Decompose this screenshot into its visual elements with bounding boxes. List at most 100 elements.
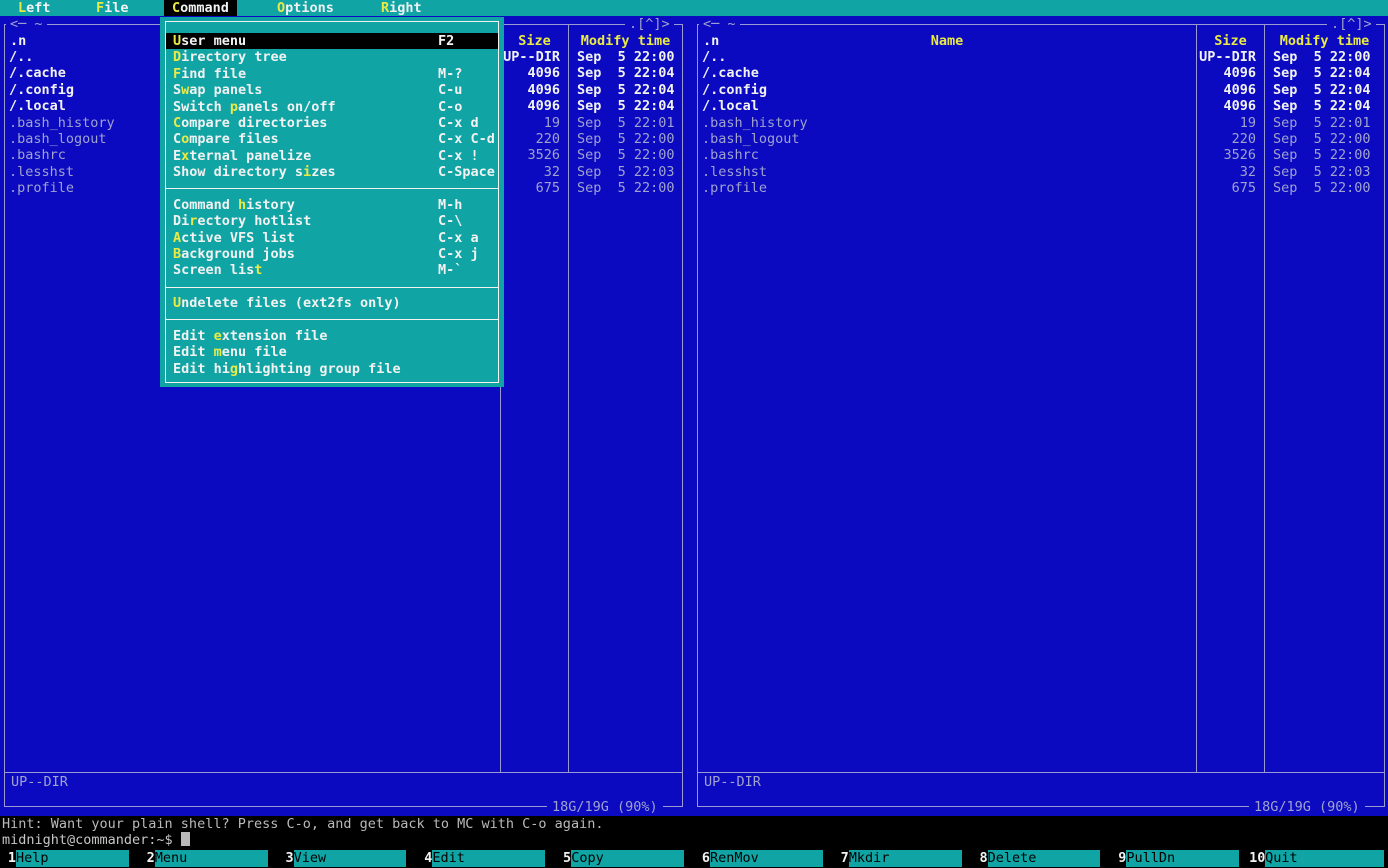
- file-row[interactable]: .profile675Sep 5 22:00: [698, 180, 1384, 196]
- fkey-label[interactable]: Quit: [1265, 850, 1384, 867]
- file-name: /..: [698, 49, 1196, 65]
- menu-item-compare-files[interactable]: Compare filesC-x C-d: [166, 131, 498, 147]
- column-header-modify-time[interactable]: Modify time: [1265, 33, 1384, 49]
- menu-item-external-panelize[interactable]: External panelizeC-x !: [166, 148, 498, 164]
- menu-item-shortcut: M-`: [438, 262, 462, 278]
- fkey-number: 1: [0, 850, 16, 867]
- file-name: .bash_history: [698, 115, 1196, 131]
- fkey-2-menu[interactable]: 2Menu: [139, 850, 278, 867]
- file-size: 4096: [500, 65, 568, 81]
- menu-item-swap-panels[interactable]: Swap panelsC-u: [166, 82, 498, 98]
- fkey-label[interactable]: Help: [16, 850, 129, 867]
- menu-item-directory-tree[interactable]: Directory tree: [166, 49, 498, 65]
- fkey-10-quit[interactable]: 10Quit: [1249, 850, 1388, 867]
- menubar-item-command[interactable]: Command: [164, 0, 237, 16]
- fkey-label[interactable]: Delete: [988, 850, 1101, 867]
- file-size: UP--DIR: [1196, 49, 1264, 65]
- file-name: .bash_logout: [698, 131, 1196, 147]
- file-row[interactable]: /.local4096Sep 5 22:04: [698, 98, 1384, 114]
- file-size: 3526: [1196, 147, 1264, 163]
- column-header-modify-time[interactable]: Modify time: [569, 33, 682, 49]
- file-modify-time: Sep 5 22:04: [569, 98, 675, 114]
- column-header-size[interactable]: Size: [501, 33, 568, 49]
- free-space-indicator: 18G/19G (90%): [1249, 800, 1365, 815]
- menubar-item-right[interactable]: Right: [373, 0, 430, 16]
- file-modify-time: Sep 5 22:04: [569, 65, 675, 81]
- menu-item-edit-extension-file[interactable]: Edit extension file: [166, 328, 498, 344]
- menu-item-background-jobs[interactable]: Background jobsC-x j: [166, 246, 498, 262]
- fkey-7-mkdir[interactable]: 7Mkdir: [833, 850, 972, 867]
- menubar-item-options[interactable]: Options: [269, 0, 342, 16]
- menubar-item-left[interactable]: Left: [10, 0, 59, 16]
- fkey-number: 3: [278, 850, 294, 867]
- file-modify-time: Sep 5 22:00: [1265, 131, 1371, 147]
- menu-item-edit-menu-file[interactable]: Edit menu file: [166, 344, 498, 360]
- fkey-9-pulldn[interactable]: 9PullDn: [1110, 850, 1249, 867]
- menu-item-screen-list[interactable]: Screen listM-`: [166, 262, 498, 278]
- menu-item-show-directory-sizes[interactable]: Show directory sizesC-Space: [166, 164, 498, 180]
- file-row[interactable]: .bashrc3526Sep 5 22:00: [698, 147, 1384, 163]
- fkey-label[interactable]: Edit: [432, 850, 545, 867]
- fkey-label[interactable]: Copy: [571, 850, 684, 867]
- menu-bar: Left File Command Options Right: [0, 0, 1388, 16]
- menu-item-shortcut: C-x d: [438, 115, 479, 131]
- file-modify-time: Sep 5 22:00: [1265, 147, 1371, 163]
- menu-item-find-file[interactable]: Find fileM-?: [166, 66, 498, 82]
- fkey-label[interactable]: PullDn: [1126, 850, 1239, 867]
- panel-path-label[interactable]: <─ ~: [6, 17, 47, 32]
- file-name: .profile: [698, 180, 1196, 196]
- menu-item-undelete-files-ext2fs-only[interactable]: Undelete files (ext2fs only): [166, 295, 498, 311]
- menu-item-edit-highlighting-group-file[interactable]: Edit highlighting group file: [166, 361, 498, 377]
- fkey-number: 2: [139, 850, 155, 867]
- prompt-text: midnight@commander:~$: [2, 832, 173, 848]
- menu-item-user-menu[interactable]: User menuF2: [166, 33, 498, 49]
- fkey-number: 7: [833, 850, 849, 867]
- fkey-label[interactable]: View: [294, 850, 407, 867]
- fkey-label[interactable]: Mkdir: [849, 850, 962, 867]
- fkey-6-renmov[interactable]: 6RenMov: [694, 850, 833, 867]
- menubar-item-file[interactable]: File: [88, 0, 137, 16]
- fkey-label[interactable]: Menu: [155, 850, 268, 867]
- file-size: 220: [500, 131, 568, 147]
- fkey-3-view[interactable]: 3View: [278, 850, 417, 867]
- free-space-indicator: 18G/19G (90%): [547, 800, 663, 815]
- fkey-label[interactable]: RenMov: [710, 850, 823, 867]
- menu-item-switch-panels-on-off[interactable]: Switch panels on/offC-o: [166, 99, 498, 115]
- menu-item-shortcut: M-?: [438, 66, 462, 82]
- file-row[interactable]: /.cache4096Sep 5 22:04: [698, 65, 1384, 81]
- file-size: 19: [500, 115, 568, 131]
- mini-status-separator: [5, 772, 682, 773]
- file-name: /.local: [698, 98, 1196, 114]
- file-row[interactable]: /..UP--DIRSep 5 22:00: [698, 49, 1384, 65]
- file-modify-time: Sep 5 22:03: [1265, 164, 1371, 180]
- mc-screen: LeftFileCommandOptionsRight <─ ~.[^]>.nN…: [0, 0, 1388, 868]
- file-row[interactable]: .bash_history19Sep 5 22:01: [698, 115, 1384, 131]
- menu-item-compare-directories[interactable]: Compare directoriesC-x d: [166, 115, 498, 131]
- fkey-5-copy[interactable]: 5Copy: [555, 850, 694, 867]
- fkey-4-edit[interactable]: 4Edit: [416, 850, 555, 867]
- panel-updir-button[interactable]: .[^]>: [625, 17, 674, 32]
- file-size: 4096: [1196, 98, 1264, 114]
- fkey-1-help[interactable]: 1Help: [0, 850, 139, 867]
- column-header-size[interactable]: Size: [1197, 33, 1264, 49]
- menu-item-shortcut: C-x a: [438, 230, 479, 246]
- file-size: 32: [500, 164, 568, 180]
- column-header-name[interactable]: Name: [698, 33, 1196, 49]
- menu-separator: [166, 311, 498, 327]
- file-modify-time: Sep 5 22:00: [569, 147, 675, 163]
- menu-item-directory-hotlist[interactable]: Directory hotlistC-\: [166, 213, 498, 229]
- panel-updir-button[interactable]: .[^]>: [1327, 17, 1376, 32]
- menu-item-active-vfs-list[interactable]: Active VFS listC-x a: [166, 230, 498, 246]
- file-name: .bashrc: [698, 147, 1196, 163]
- file-row[interactable]: .lesshst32Sep 5 22:03: [698, 164, 1384, 180]
- file-modify-time: Sep 5 22:04: [1265, 98, 1371, 114]
- shell-prompt[interactable]: midnight@commander:~$: [0, 832, 1388, 848]
- panel-path-label[interactable]: <─ ~: [699, 17, 740, 32]
- fkey-8-delete[interactable]: 8Delete: [972, 850, 1111, 867]
- fkey-number: 8: [972, 850, 988, 867]
- menu-item-command-history[interactable]: Command historyM-h: [166, 197, 498, 213]
- file-row[interactable]: /.config4096Sep 5 22:04: [698, 82, 1384, 98]
- menu-separator: [166, 180, 498, 196]
- file-row[interactable]: .bash_logout220Sep 5 22:00: [698, 131, 1384, 147]
- file-name: /.config: [698, 82, 1196, 98]
